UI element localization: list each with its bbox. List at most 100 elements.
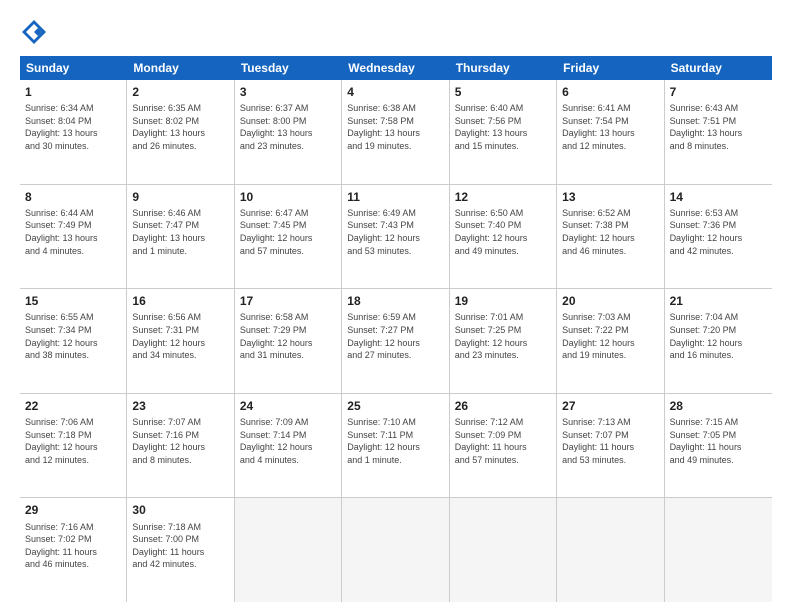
calendar-cell-3: 3 Sunrise: 6:37 AM Sunset: 8:00 PM Daylig… xyxy=(235,80,342,184)
day-info: Sunrise: 6:50 AM Sunset: 7:40 PM Dayligh… xyxy=(455,207,551,257)
calendar-body: 1 Sunrise: 6:34 AM Sunset: 8:04 PM Daylig… xyxy=(20,80,772,602)
day-number: 27 xyxy=(562,398,658,414)
calendar-cell-empty-4-4 xyxy=(450,498,557,602)
calendar-cell-1: 1 Sunrise: 6:34 AM Sunset: 8:04 PM Daylig… xyxy=(20,80,127,184)
calendar-cell-30: 30 Sunrise: 7:18 AM Sunset: 7:00 PM Dayli… xyxy=(127,498,234,602)
calendar-cell-7: 7 Sunrise: 6:43 AM Sunset: 7:51 PM Daylig… xyxy=(665,80,772,184)
calendar-cell-19: 19 Sunrise: 7:01 AM Sunset: 7:25 PM Dayli… xyxy=(450,289,557,393)
day-info: Sunrise: 6:34 AM Sunset: 8:04 PM Dayligh… xyxy=(25,102,121,152)
calendar-cell-23: 23 Sunrise: 7:07 AM Sunset: 7:16 PM Dayli… xyxy=(127,394,234,498)
day-number: 9 xyxy=(132,189,228,205)
day-info: Sunrise: 7:06 AM Sunset: 7:18 PM Dayligh… xyxy=(25,416,121,466)
calendar-cell-empty-4-3 xyxy=(342,498,449,602)
calendar-cell-28: 28Sunrise: 7:15 AM Sunset: 7:05 PM Dayli… xyxy=(665,394,772,498)
day-number: 3 xyxy=(240,84,336,100)
page: SundayMondayTuesdayWednesdayThursdayFrid… xyxy=(0,0,792,612)
day-info: Sunrise: 6:55 AM Sunset: 7:34 PM Dayligh… xyxy=(25,311,121,361)
day-number: 19 xyxy=(455,293,551,309)
day-number: 6 xyxy=(562,84,658,100)
weekday-header-thursday: Thursday xyxy=(450,56,557,80)
calendar-cell-16: 16Sunrise: 6:56 AM Sunset: 7:31 PM Dayli… xyxy=(127,289,234,393)
day-number: 23 xyxy=(132,398,228,414)
logo-icon xyxy=(20,18,48,46)
weekday-header-sunday: Sunday xyxy=(20,56,127,80)
day-number: 10 xyxy=(240,189,336,205)
header xyxy=(20,18,772,46)
day-number: 18 xyxy=(347,293,443,309)
day-number: 7 xyxy=(670,84,767,100)
day-number: 26 xyxy=(455,398,551,414)
calendar-cell-12: 12 Sunrise: 6:50 AM Sunset: 7:40 PM Dayli… xyxy=(450,185,557,289)
calendar-cell-8: 8Sunrise: 6:44 AM Sunset: 7:49 PM Daylig… xyxy=(20,185,127,289)
day-info: Sunrise: 6:37 AM Sunset: 8:00 PM Dayligh… xyxy=(240,102,336,152)
calendar: SundayMondayTuesdayWednesdayThursdayFrid… xyxy=(20,56,772,602)
calendar-row-3: 15Sunrise: 6:55 AM Sunset: 7:34 PM Dayli… xyxy=(20,289,772,394)
calendar-cell-empty-4-5 xyxy=(557,498,664,602)
day-number: 2 xyxy=(132,84,228,100)
calendar-cell-29: 29 Sunrise: 7:16 AM Sunset: 7:02 PM Dayli… xyxy=(20,498,127,602)
calendar-cell-25: 25 Sunrise: 7:10 AM Sunset: 7:11 PM Dayli… xyxy=(342,394,449,498)
day-number: 13 xyxy=(562,189,658,205)
calendar-cell-2: 2 Sunrise: 6:35 AM Sunset: 8:02 PM Daylig… xyxy=(127,80,234,184)
calendar-cell-4: 4 Sunrise: 6:38 AM Sunset: 7:58 PM Daylig… xyxy=(342,80,449,184)
calendar-row-2: 8Sunrise: 6:44 AM Sunset: 7:49 PM Daylig… xyxy=(20,185,772,290)
calendar-cell-empty-4-6 xyxy=(665,498,772,602)
day-number: 21 xyxy=(670,293,767,309)
day-number: 1 xyxy=(25,84,121,100)
day-info: Sunrise: 6:58 AM Sunset: 7:29 PM Dayligh… xyxy=(240,311,336,361)
day-number: 8 xyxy=(25,189,121,205)
day-info: Sunrise: 6:46 AM Sunset: 7:47 PM Dayligh… xyxy=(132,207,228,257)
logo xyxy=(20,18,52,46)
day-number: 30 xyxy=(132,502,228,518)
day-number: 25 xyxy=(347,398,443,414)
weekday-header-saturday: Saturday xyxy=(665,56,772,80)
day-info: Sunrise: 7:07 AM Sunset: 7:16 PM Dayligh… xyxy=(132,416,228,466)
calendar-row-4: 22 Sunrise: 7:06 AM Sunset: 7:18 PM Dayli… xyxy=(20,394,772,499)
day-info: Sunrise: 7:10 AM Sunset: 7:11 PM Dayligh… xyxy=(347,416,443,466)
calendar-cell-10: 10 Sunrise: 6:47 AM Sunset: 7:45 PM Dayli… xyxy=(235,185,342,289)
calendar-cell-24: 24Sunrise: 7:09 AM Sunset: 7:14 PM Dayli… xyxy=(235,394,342,498)
calendar-cell-14: 14Sunrise: 6:53 AM Sunset: 7:36 PM Dayli… xyxy=(665,185,772,289)
day-info: Sunrise: 7:12 AM Sunset: 7:09 PM Dayligh… xyxy=(455,416,551,466)
day-info: Sunrise: 6:59 AM Sunset: 7:27 PM Dayligh… xyxy=(347,311,443,361)
day-info: Sunrise: 7:01 AM Sunset: 7:25 PM Dayligh… xyxy=(455,311,551,361)
weekday-header-monday: Monday xyxy=(127,56,234,80)
day-number: 20 xyxy=(562,293,658,309)
day-info: Sunrise: 7:16 AM Sunset: 7:02 PM Dayligh… xyxy=(25,521,121,571)
calendar-cell-11: 11 Sunrise: 6:49 AM Sunset: 7:43 PM Dayli… xyxy=(342,185,449,289)
day-number: 22 xyxy=(25,398,121,414)
day-number: 12 xyxy=(455,189,551,205)
day-info: Sunrise: 6:38 AM Sunset: 7:58 PM Dayligh… xyxy=(347,102,443,152)
day-info: Sunrise: 6:49 AM Sunset: 7:43 PM Dayligh… xyxy=(347,207,443,257)
day-info: Sunrise: 7:13 AM Sunset: 7:07 PM Dayligh… xyxy=(562,416,658,466)
day-info: Sunrise: 6:40 AM Sunset: 7:56 PM Dayligh… xyxy=(455,102,551,152)
day-number: 29 xyxy=(25,502,121,518)
calendar-cell-20: 20 Sunrise: 7:03 AM Sunset: 7:22 PM Dayli… xyxy=(557,289,664,393)
weekday-header-tuesday: Tuesday xyxy=(235,56,342,80)
calendar-cell-6: 6Sunrise: 6:41 AM Sunset: 7:54 PM Daylig… xyxy=(557,80,664,184)
day-info: Sunrise: 6:35 AM Sunset: 8:02 PM Dayligh… xyxy=(132,102,228,152)
calendar-cell-9: 9 Sunrise: 6:46 AM Sunset: 7:47 PM Daylig… xyxy=(127,185,234,289)
calendar-row-1: 1 Sunrise: 6:34 AM Sunset: 8:04 PM Daylig… xyxy=(20,80,772,185)
calendar-cell-21: 21 Sunrise: 7:04 AM Sunset: 7:20 PM Dayli… xyxy=(665,289,772,393)
day-info: Sunrise: 6:43 AM Sunset: 7:51 PM Dayligh… xyxy=(670,102,767,152)
calendar-header: SundayMondayTuesdayWednesdayThursdayFrid… xyxy=(20,56,772,80)
calendar-cell-26: 26 Sunrise: 7:12 AM Sunset: 7:09 PM Dayli… xyxy=(450,394,557,498)
calendar-cell-13: 13 Sunrise: 6:52 AM Sunset: 7:38 PM Dayli… xyxy=(557,185,664,289)
day-info: Sunrise: 6:47 AM Sunset: 7:45 PM Dayligh… xyxy=(240,207,336,257)
day-number: 28 xyxy=(670,398,767,414)
day-info: Sunrise: 7:03 AM Sunset: 7:22 PM Dayligh… xyxy=(562,311,658,361)
weekday-header-friday: Friday xyxy=(557,56,664,80)
day-info: Sunrise: 7:18 AM Sunset: 7:00 PM Dayligh… xyxy=(132,521,228,571)
calendar-cell-27: 27 Sunrise: 7:13 AM Sunset: 7:07 PM Dayli… xyxy=(557,394,664,498)
weekday-header-wednesday: Wednesday xyxy=(342,56,449,80)
day-number: 17 xyxy=(240,293,336,309)
calendar-row-5: 29 Sunrise: 7:16 AM Sunset: 7:02 PM Dayli… xyxy=(20,498,772,602)
day-info: Sunrise: 6:52 AM Sunset: 7:38 PM Dayligh… xyxy=(562,207,658,257)
day-info: Sunrise: 7:04 AM Sunset: 7:20 PM Dayligh… xyxy=(670,311,767,361)
day-number: 14 xyxy=(670,189,767,205)
calendar-cell-empty-4-2 xyxy=(235,498,342,602)
day-number: 11 xyxy=(347,189,443,205)
calendar-cell-5: 5Sunrise: 6:40 AM Sunset: 7:56 PM Daylig… xyxy=(450,80,557,184)
day-number: 4 xyxy=(347,84,443,100)
